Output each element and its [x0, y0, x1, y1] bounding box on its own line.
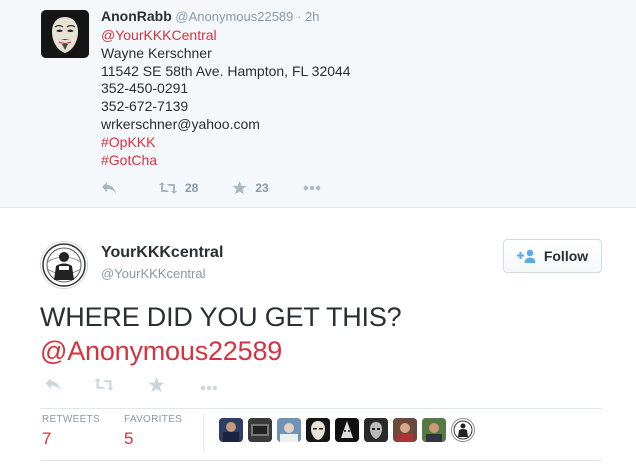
reply-icon: [44, 377, 62, 397]
yourkkkcentral-avatar[interactable]: [40, 241, 88, 289]
favoriter-avatar[interactable]: [393, 418, 417, 442]
tweet-text-line: Wayne Kerschner: [101, 44, 212, 61]
hashtag-link[interactable]: #OpKKK: [101, 134, 351, 152]
favoriter-avatar[interactable]: [306, 418, 330, 442]
favorite-button[interactable]: [148, 376, 165, 398]
favoriter-avatar[interactable]: [422, 418, 446, 442]
reply-icon: [101, 181, 117, 195]
main-author-name[interactable]: YourKKKcentral: [101, 244, 223, 262]
favoriter-avatars: [219, 418, 480, 442]
retweets-stat[interactable]: RETWEETS 7: [42, 414, 100, 449]
hashtag-link[interactable]: #GotCha: [101, 152, 351, 170]
parent-tweet-actions: 28 23: [101, 180, 355, 196]
anonrabb-avatar[interactable]: [41, 10, 89, 58]
main-author-handle[interactable]: @YourKKKcentral: [101, 266, 206, 281]
tweet-text-line: 11542 SE 58th Ave. Hampton, FL 32044: [101, 62, 351, 79]
more-dots-icon: [199, 378, 219, 396]
favorite-star-icon: [232, 181, 247, 195]
author-name[interactable]: AnonRabb: [101, 8, 172, 24]
retweet-count: 28: [185, 181, 199, 195]
follow-button[interactable]: Follow: [503, 239, 602, 273]
tweet-text-line: WHERE DID YOU GET THIS?: [40, 302, 402, 332]
header-separator: ·: [297, 9, 302, 24]
favorites-stat[interactable]: FAVORITES 5: [124, 414, 182, 449]
main-tweet-text: WHERE DID YOU GET THIS? @Anonymous22589: [40, 300, 402, 368]
stats-vertical-divider: [203, 414, 204, 452]
more-button[interactable]: [303, 185, 321, 191]
favorite-button[interactable]: 23: [232, 181, 269, 195]
favoriter-avatar[interactable]: [219, 418, 243, 442]
tweet-text-line: 352-672-7139: [101, 98, 189, 115]
favorites-label: FAVORITES: [124, 414, 183, 425]
stats-divider-bottom: [40, 460, 602, 461]
more-button[interactable]: [199, 378, 219, 396]
tweet-timestamp[interactable]: 2h: [305, 9, 319, 24]
retweets-count: 7: [42, 429, 52, 448]
retweet-icon: [94, 377, 114, 397]
retweet-button[interactable]: 28: [159, 181, 198, 195]
tweet-text-line: 352-450-0291: [101, 80, 189, 97]
favorite-star-icon: [148, 376, 165, 398]
favorite-count: 23: [255, 181, 269, 195]
favorites-count: 5: [124, 429, 134, 448]
retweets-label: RETWEETS: [42, 414, 100, 425]
tweet-text-line: wrkerschner@yahoo.com: [101, 115, 260, 132]
favoriter-avatar[interactable]: [335, 418, 359, 442]
main-tweet-actions: [44, 376, 219, 398]
favoriter-avatar[interactable]: [248, 418, 272, 442]
author-handle[interactable]: @Anonymous22589: [175, 9, 293, 24]
reply-button[interactable]: [44, 377, 62, 397]
mention-link[interactable]: @YourKKKCentral: [101, 27, 351, 45]
favoriter-avatar[interactable]: [451, 418, 475, 442]
stats-divider-top: [40, 408, 602, 409]
follow-person-plus-icon: [516, 249, 537, 263]
follow-label: Follow: [543, 248, 589, 264]
parent-tweet[interactable]: AnonRabb @Anonymous22589 · 2h @YourKKKCe…: [0, 0, 636, 208]
favoriter-avatar[interactable]: [364, 418, 388, 442]
retweet-icon: [159, 181, 177, 195]
reply-button[interactable]: [101, 181, 117, 195]
mention-link[interactable]: @Anonymous22589: [40, 334, 401, 368]
retweet-button[interactable]: [94, 377, 114, 397]
parent-tweet-text: @YourKKKCentral Wayne Kerschner 11542 SE…: [101, 27, 351, 169]
more-dots-icon: [303, 185, 321, 191]
parent-tweet-header: AnonRabb @Anonymous22589 · 2h: [101, 8, 319, 24]
favoriter-avatar[interactable]: [277, 418, 301, 442]
